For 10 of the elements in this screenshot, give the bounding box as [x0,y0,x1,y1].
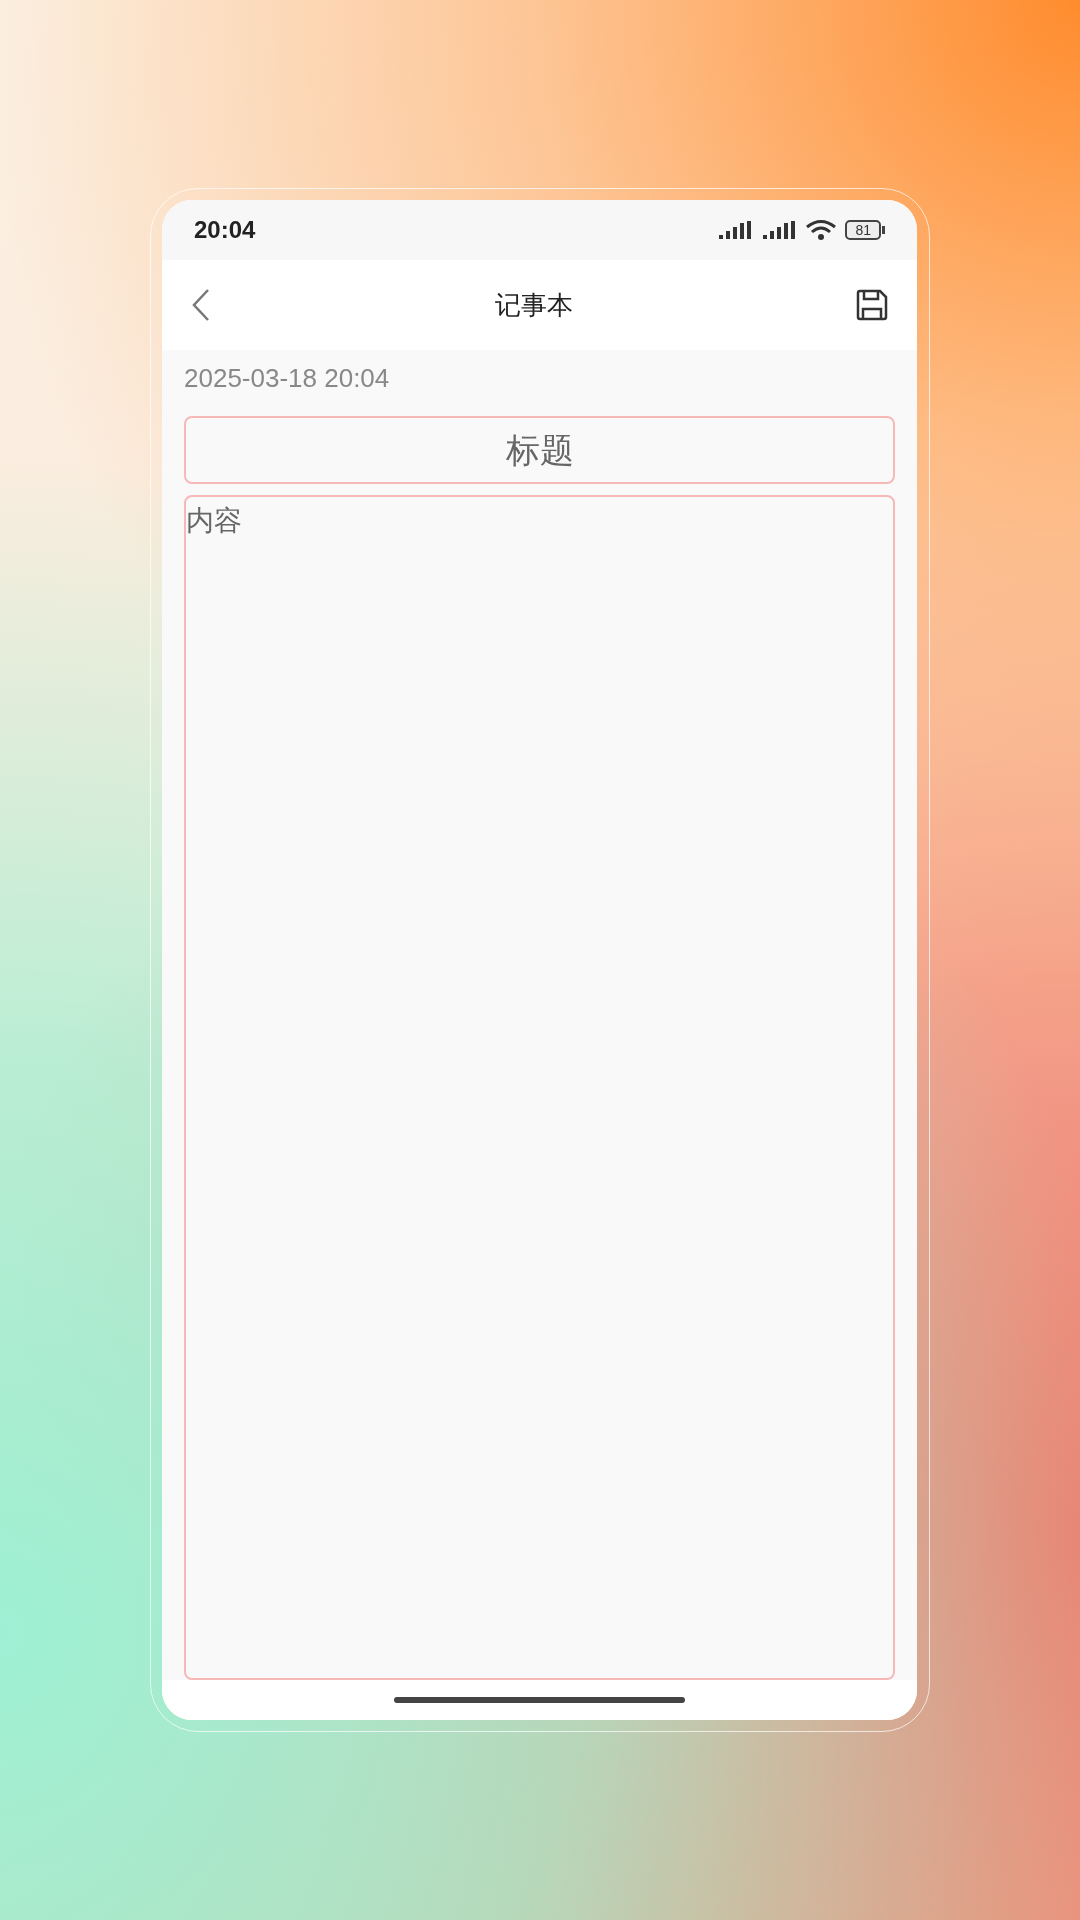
status-time: 20:04 [194,215,256,245]
page-title: 记事本 [494,288,573,322]
signal-icon [761,219,798,241]
wifi-icon [805,219,838,241]
content-field[interactable]: 内容 [184,495,895,1680]
back-icon[interactable] [190,288,212,322]
signal-icon [717,219,754,241]
note-date: 2025-03-18 20:04 [184,362,391,395]
title-field[interactable]: 标题 [184,416,895,484]
save-icon[interactable] [855,288,889,322]
